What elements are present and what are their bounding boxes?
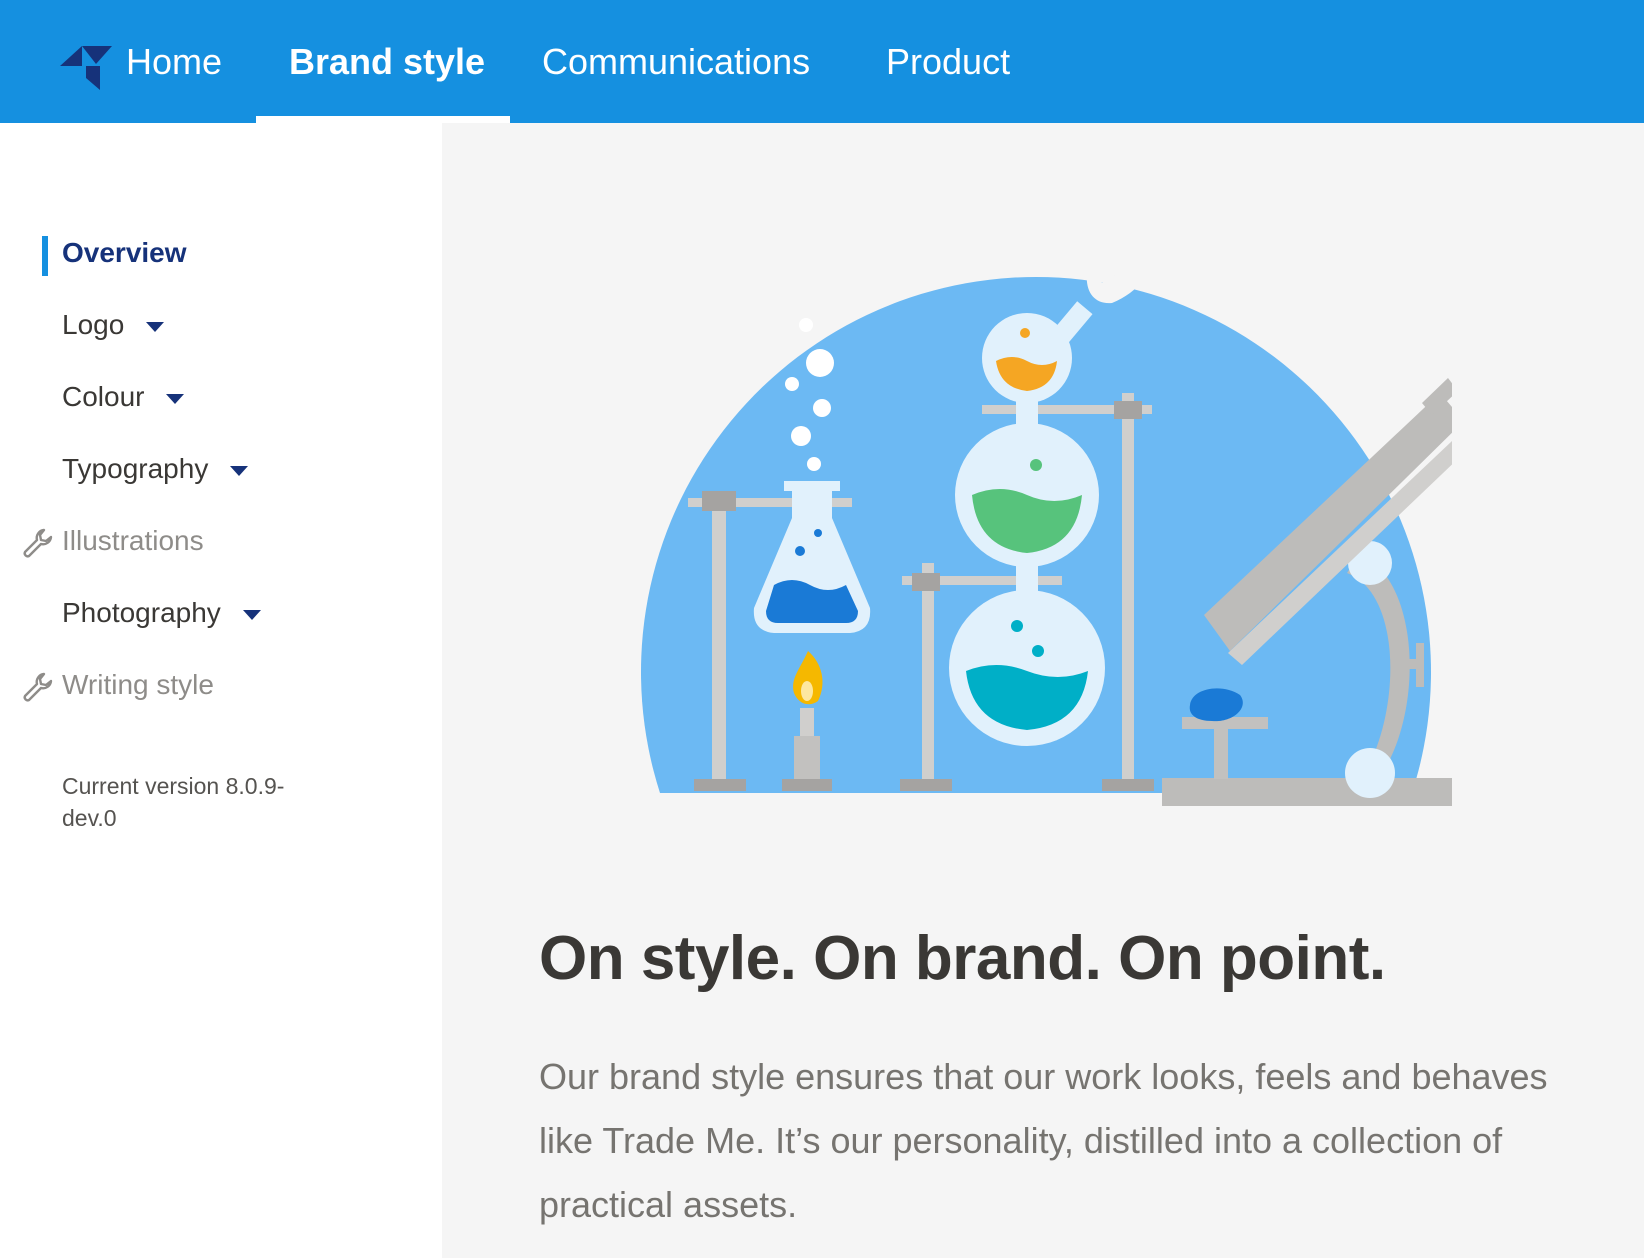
sidebar-item-label: Overview (62, 237, 187, 268)
caret-down-icon[interactable] (146, 322, 165, 332)
laboratory-illustration (641, 233, 1452, 806)
wrench-icon (23, 672, 53, 702)
version-text: Current version 8.0.9-dev.0 (62, 773, 285, 831)
wrench-icon (23, 528, 53, 558)
caret-down-icon[interactable] (242, 610, 261, 620)
sidebar-item-colour[interactable]: Colour (62, 381, 185, 413)
nav-tab-home[interactable]: Home (126, 0, 222, 123)
sidebar-item-writing-style[interactable]: Writing style (62, 669, 214, 701)
nav-tab-communications[interactable]: Communications (542, 0, 810, 123)
main-content: On style. On brand. On point. Our brand … (442, 123, 1644, 1258)
caret-down-icon[interactable] (230, 466, 249, 476)
top-navigation-bar: Home Brand style Communications Product (0, 0, 1644, 123)
sidebar-item-logo[interactable]: Logo (62, 309, 165, 341)
sidebar-item-label: Logo (62, 309, 125, 340)
sidebar-item-label: Photography (62, 597, 221, 628)
sidebar-item-overview[interactable]: Overview (62, 237, 187, 269)
page-headline: On style. On brand. On point. (539, 924, 1386, 993)
nav-tab-product[interactable]: Product (886, 0, 1010, 123)
active-tab-indicator (256, 116, 510, 123)
sidebar-item-label: Colour (62, 381, 145, 412)
sidebar-item-label: Writing style (62, 669, 214, 700)
trade-me-logo-icon[interactable] (60, 44, 112, 90)
active-item-indicator (42, 236, 48, 276)
sidebar-item-typography[interactable]: Typography (62, 453, 249, 485)
sidebar-item-illustrations[interactable]: Illustrations (62, 525, 204, 557)
nav-tab-brand-style[interactable]: Brand style (289, 0, 485, 123)
caret-down-icon[interactable] (166, 394, 185, 404)
intro-paragraph: Our brand style ensures that our work lo… (539, 1056, 1548, 1225)
sidebar-item-label: Illustrations (62, 525, 204, 556)
sidebar-item-label: Typography (62, 453, 209, 484)
sidebar-item-photography[interactable]: Photography (62, 597, 261, 629)
